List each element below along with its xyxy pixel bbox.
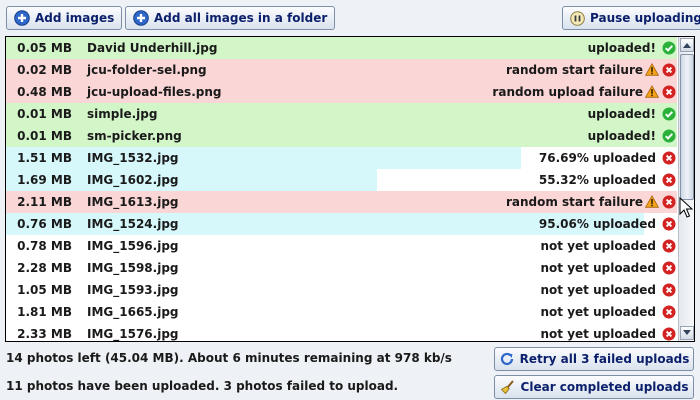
table-row[interactable]: 1.05 MB IMG_1593.jpg not yet uploaded (6, 279, 677, 301)
file-size: 1.51 MB (17, 151, 72, 165)
remove-icon[interactable] (662, 283, 676, 300)
table-row[interactable]: 0.01 MB sm-picker.png uploaded! (6, 125, 677, 147)
file-size: 0.48 MB (17, 85, 72, 99)
check-icon (662, 107, 676, 124)
file-name: sm-picker.png (87, 129, 182, 143)
upload-rows: 0.05 MB David Underhill.jpg uploaded! 0.02 … (6, 37, 677, 341)
upload-status: random start failure (505, 63, 643, 77)
remove-icon[interactable] (662, 85, 676, 102)
table-row[interactable]: 2.33 MB IMG_1576.jpg not yet uploaded (6, 323, 677, 341)
upload-status: 55.32% uploaded (538, 173, 656, 187)
upload-status: not yet uploaded (540, 261, 656, 275)
row-progress-bar (6, 147, 521, 169)
upload-status: uploaded! (587, 129, 656, 143)
upload-status: not yet uploaded (540, 305, 656, 319)
file-name: IMG_1576.jpg (87, 327, 179, 341)
pause-label: Pause uploading (590, 11, 700, 25)
file-size: 1.05 MB (17, 283, 72, 297)
upload-status: random upload failure (492, 85, 643, 99)
file-name: IMG_1596.jpg (87, 239, 179, 253)
file-name: IMG_1602.jpg (87, 173, 179, 187)
broom-icon (500, 379, 516, 395)
file-size: 0.78 MB (17, 239, 72, 253)
upload-status: 76.69% uploaded (538, 151, 656, 165)
file-size: 0.01 MB (17, 129, 72, 143)
file-size: 0.01 MB (17, 107, 72, 121)
table-row[interactable]: 0.78 MB IMG_1596.jpg not yet uploaded (6, 235, 677, 257)
add-folder-button[interactable]: Add all images in a folder (125, 6, 336, 30)
file-name: IMG_1665.jpg (87, 305, 179, 319)
scroll-up-arrow-icon[interactable] (680, 38, 694, 52)
table-row[interactable]: 2.11 MB IMG_1613.jpg random start failure (6, 191, 677, 213)
file-size: 0.05 MB (17, 41, 72, 55)
upload-status: 95.06% uploaded (538, 217, 656, 231)
vertical-scrollbar[interactable] (678, 37, 694, 341)
upload-status: uploaded! (587, 41, 656, 55)
remove-icon[interactable] (662, 261, 676, 278)
clear-completed-button[interactable]: Clear completed uploads (494, 375, 694, 399)
scroll-down-arrow-icon[interactable] (680, 326, 694, 340)
file-size: 2.33 MB (17, 327, 72, 341)
pause-uploading-button[interactable]: Pause uploading (562, 6, 700, 30)
file-name: IMG_1593.jpg (87, 283, 179, 297)
scroll-thumb[interactable] (680, 54, 694, 200)
file-size: 1.69 MB (17, 173, 72, 187)
remove-icon[interactable] (662, 217, 676, 234)
remove-icon[interactable] (662, 327, 676, 341)
remaining-status-text: 14 photos left (45.04 MB). About 6 minut… (6, 351, 452, 365)
file-name: IMG_1532.jpg (87, 151, 179, 165)
warning-icon (644, 194, 660, 211)
table-row[interactable]: 1.69 MB IMG_1602.jpg 55.32% uploaded (6, 169, 677, 191)
file-size: 2.11 MB (17, 195, 72, 209)
table-row[interactable]: 0.76 MB IMG_1524.jpg 95.06% uploaded (6, 213, 677, 235)
retry-label: Retry all 3 failed uploads (519, 352, 690, 366)
table-row[interactable]: 0.05 MB David Underhill.jpg uploaded! (6, 37, 677, 59)
file-size: 1.81 MB (17, 305, 72, 319)
file-size: 2.28 MB (17, 261, 72, 275)
file-name: David Underhill.jpg (87, 41, 218, 55)
remove-icon[interactable] (662, 195, 676, 212)
pause-icon (570, 10, 585, 26)
upload-status: random start failure (505, 195, 643, 209)
remove-icon[interactable] (662, 305, 676, 322)
table-row[interactable]: 0.02 MB jcu-folder-sel.png random start fa… (6, 59, 677, 81)
check-icon (662, 129, 676, 146)
file-size: 0.02 MB (17, 63, 72, 77)
remove-icon[interactable] (662, 151, 676, 168)
remove-icon[interactable] (662, 173, 676, 190)
retry-icon (499, 351, 515, 367)
upload-list[interactable]: 0.05 MB David Underhill.jpg uploaded! 0.02 … (5, 36, 695, 342)
remove-icon[interactable] (662, 239, 676, 256)
file-name: simple.jpg (87, 107, 158, 121)
upload-summary-text: 11 photos have been uploaded. 3 photos f… (6, 379, 399, 393)
table-row[interactable]: 0.48 MB jcu-upload-files.png random upload… (6, 81, 677, 103)
file-name: IMG_1524.jpg (87, 217, 179, 231)
upload-status: not yet uploaded (540, 239, 656, 253)
table-row[interactable]: 2.28 MB IMG_1598.jpg not yet uploaded (6, 257, 677, 279)
upload-status: not yet uploaded (540, 283, 656, 297)
retry-failed-button[interactable]: Retry all 3 failed uploads (494, 347, 694, 371)
add-images-label: Add images (35, 11, 115, 25)
check-icon (662, 41, 676, 58)
warning-icon (644, 84, 660, 101)
add-images-button[interactable]: Add images (6, 6, 123, 30)
add-icon (14, 10, 30, 26)
add-folder-label: Add all images in a folder (154, 11, 328, 25)
file-name: IMG_1613.jpg (87, 195, 179, 209)
table-row[interactable]: 0.01 MB simple.jpg uploaded! (6, 103, 677, 125)
clear-label: Clear completed uploads (520, 380, 689, 394)
mouse-cursor-icon (679, 196, 694, 222)
upload-status: uploaded! (587, 107, 656, 121)
file-name: IMG_1598.jpg (87, 261, 179, 275)
table-row[interactable]: 1.81 MB IMG_1665.jpg not yet uploaded (6, 301, 677, 323)
warning-icon (644, 62, 660, 79)
remove-icon[interactable] (662, 63, 676, 80)
add-icon (133, 10, 149, 26)
table-row[interactable]: 1.51 MB IMG_1532.jpg 76.69% uploaded (6, 147, 677, 169)
file-name: jcu-folder-sel.png (87, 63, 207, 77)
file-name: jcu-upload-files.png (87, 85, 222, 99)
upload-status: not yet uploaded (540, 327, 656, 341)
file-size: 0.76 MB (17, 217, 72, 231)
